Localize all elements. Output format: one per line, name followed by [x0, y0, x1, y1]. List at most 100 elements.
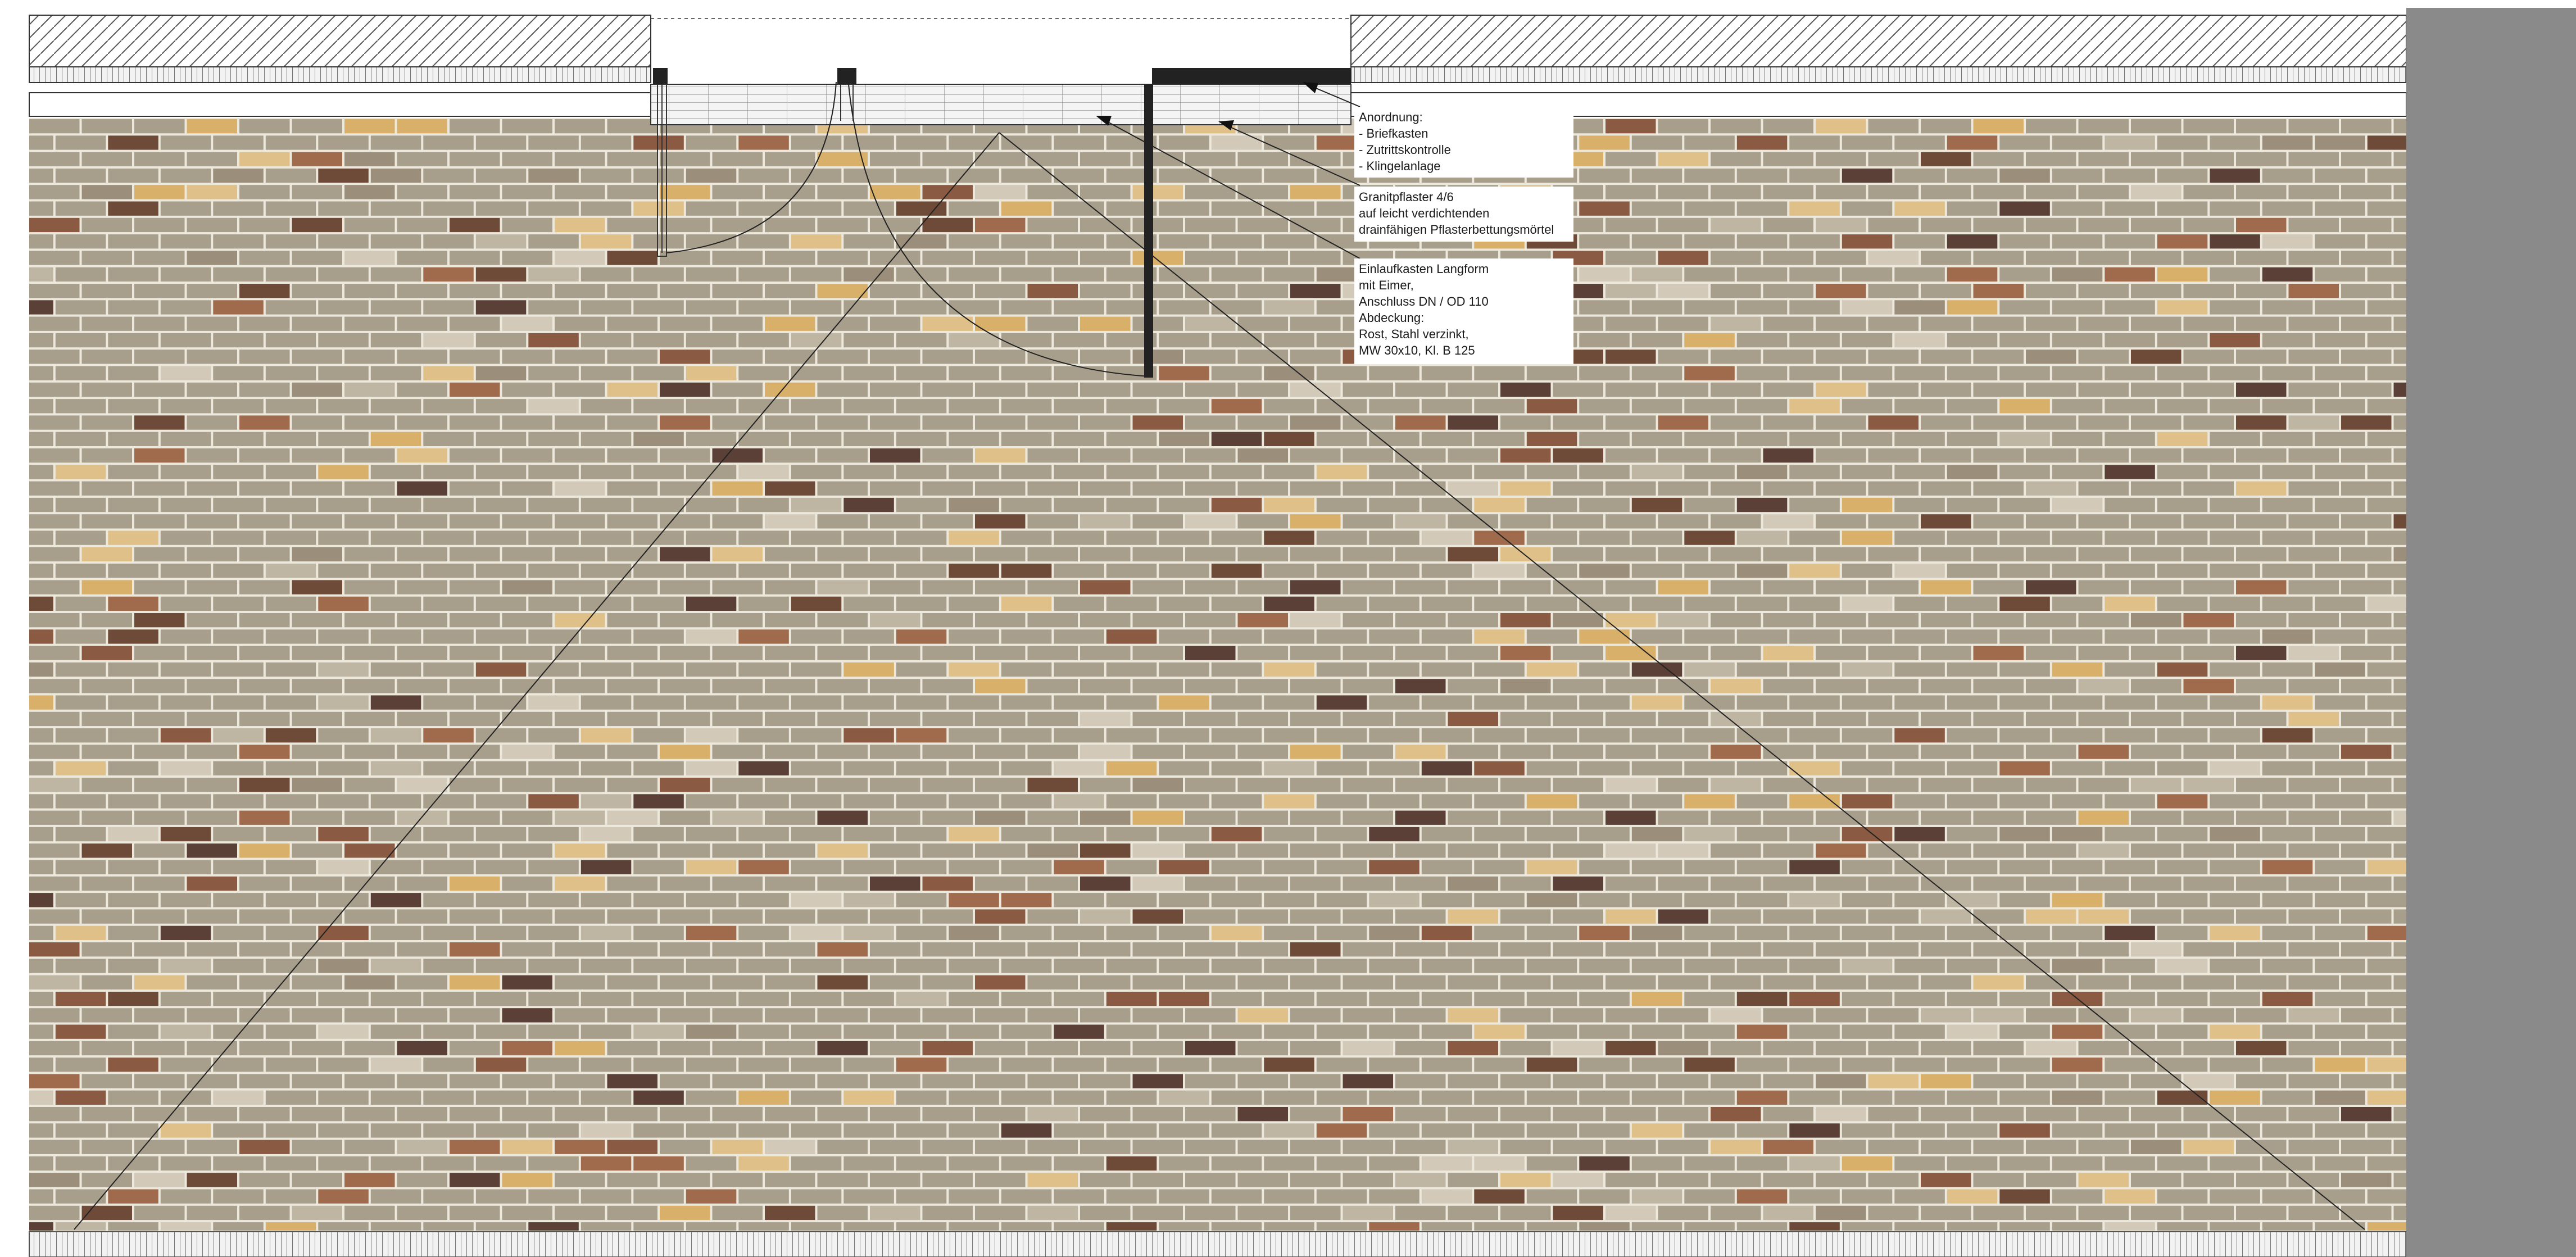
brick: [1763, 975, 1813, 990]
brick: [160, 1024, 211, 1039]
brick: [607, 1074, 657, 1088]
brick: [660, 152, 710, 166]
brick: [817, 481, 868, 496]
brick: [108, 1058, 158, 1072]
brick: [502, 1173, 552, 1187]
brick: [1631, 201, 1682, 216]
brick: [1816, 152, 1866, 166]
brick: [712, 975, 763, 990]
brick: [2131, 778, 2182, 792]
brick: [2105, 596, 2155, 611]
brick: [265, 728, 316, 743]
brick: [843, 465, 894, 479]
brick: [1290, 711, 1341, 727]
brick: [1947, 135, 1998, 150]
brick: [1185, 1173, 1236, 1187]
brick: [1500, 1008, 1551, 1023]
brick: [1606, 119, 1656, 134]
brick: [949, 564, 999, 578]
brick: [817, 217, 868, 233]
brick: [1132, 1074, 1183, 1088]
brick: [1553, 843, 1603, 858]
brick: [1999, 728, 2050, 743]
brick: [1474, 925, 1525, 940]
brick: [1395, 646, 1446, 660]
brick: [1343, 382, 1393, 397]
brick: [791, 794, 842, 809]
brick: [765, 1173, 815, 1187]
brick: [160, 991, 211, 1006]
brick: [633, 1058, 684, 1072]
brick: [686, 497, 737, 512]
brick: [1001, 465, 1052, 479]
brick: [2157, 991, 2208, 1006]
brick: [1947, 728, 1998, 743]
brick: [2183, 481, 2234, 496]
brick: [765, 514, 815, 529]
brick: [2183, 382, 2234, 397]
brick: [686, 530, 737, 545]
brick: [1999, 201, 2050, 216]
brick: [29, 514, 80, 529]
brick: [1395, 810, 1446, 825]
brick: [292, 481, 342, 496]
brick: [2105, 695, 2155, 710]
brick: [2315, 465, 2365, 479]
brick: [108, 135, 158, 150]
brick: [1080, 217, 1131, 233]
brick: [1106, 596, 1157, 611]
brick: [2131, 613, 2182, 628]
brick: [55, 333, 106, 348]
brick: [1553, 1173, 1603, 1187]
brick: [1973, 185, 2024, 199]
brick: [1343, 745, 1393, 759]
brick: [213, 662, 264, 677]
brick: [318, 1024, 369, 1039]
brick: [870, 547, 920, 562]
brick: [1921, 1074, 1971, 1088]
brick: [922, 711, 973, 727]
brick: [1395, 547, 1446, 562]
brick: [1711, 909, 1761, 924]
brick: [2288, 1107, 2339, 1122]
brick: [1658, 810, 1708, 825]
brick: [1606, 284, 1656, 298]
brick: [2393, 1008, 2406, 1023]
brick: [1474, 794, 1525, 809]
brick: [1736, 925, 1788, 940]
brick: [1606, 711, 1656, 727]
brick: [1606, 316, 1656, 331]
bottom-paving-strip: [29, 1231, 2407, 1257]
brick: [187, 251, 237, 265]
brick: [1579, 135, 1630, 150]
brick: [1237, 251, 1288, 265]
brick: [1421, 366, 1472, 380]
brick: [1421, 1222, 1472, 1231]
brick: [1211, 300, 1262, 315]
brick: [1132, 778, 1183, 792]
brick: [1054, 234, 1104, 249]
brick: [397, 185, 447, 199]
brick: [1290, 382, 1341, 397]
brick: [160, 860, 211, 874]
brick: [1606, 580, 1656, 595]
brick: [213, 728, 264, 743]
brick: [1736, 234, 1788, 249]
brick: [817, 613, 868, 628]
brick: [1842, 893, 1893, 907]
brick: [187, 1173, 237, 1187]
brick: [817, 1140, 868, 1154]
brick: [1684, 925, 1735, 940]
brick: [1553, 679, 1603, 693]
ledge-left: [29, 92, 651, 117]
brick: [607, 646, 657, 660]
brick: [2262, 1189, 2313, 1204]
brick: [765, 613, 815, 628]
brick: [1080, 1008, 1131, 1023]
brick: [1316, 662, 1367, 677]
brick: [607, 284, 657, 298]
brick: [949, 629, 999, 644]
brick: [1789, 662, 1840, 677]
brick: [1316, 991, 1367, 1006]
brick: [2157, 564, 2208, 578]
